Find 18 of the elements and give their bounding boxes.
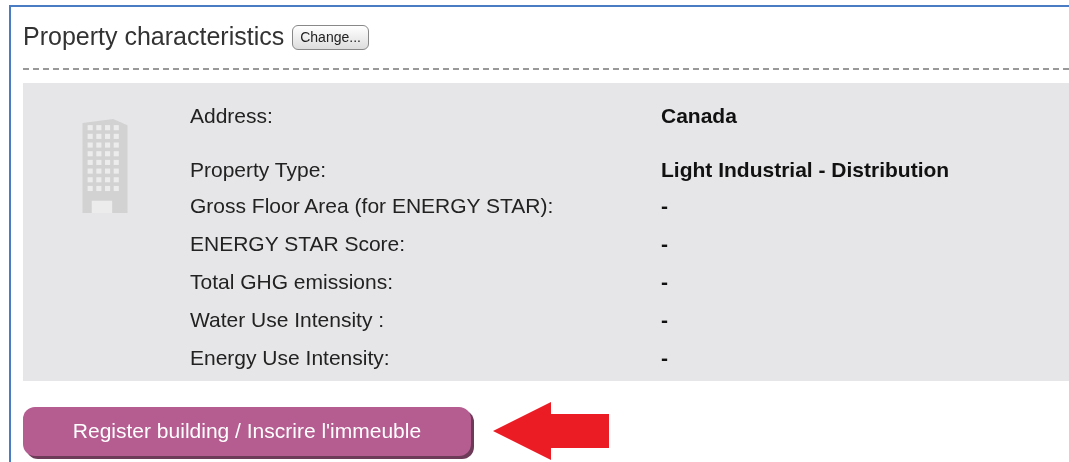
section-title: Property characteristics <box>23 21 285 53</box>
detail-value: - <box>661 307 668 334</box>
detail-label: Property Type: <box>190 156 328 183</box>
detail-label: Water Use Intensity : <box>190 307 386 334</box>
detail-label: Energy Use Intensity: <box>190 345 391 372</box>
detail-label: Address: <box>190 103 274 130</box>
detail-value: - <box>661 193 668 220</box>
change-button[interactable]: Change... <box>292 24 369 50</box>
arrow-icon <box>493 402 609 460</box>
register-button[interactable]: Register building / Inscrire l'immeuble <box>23 406 471 456</box>
detail-label: Total GHG emissions: <box>190 269 395 296</box>
detail-label: ENERGY STAR Score: <box>190 231 407 258</box>
detail-value: Light Industrial - Distribution <box>661 156 950 183</box>
detail-value: - <box>661 345 668 372</box>
detail-label: Gross Floor Area (for ENERGY STAR): <box>190 193 555 220</box>
detail-value: Canada <box>661 103 737 130</box>
detail-value: - <box>661 269 668 296</box>
detail-value: - <box>661 231 668 258</box>
